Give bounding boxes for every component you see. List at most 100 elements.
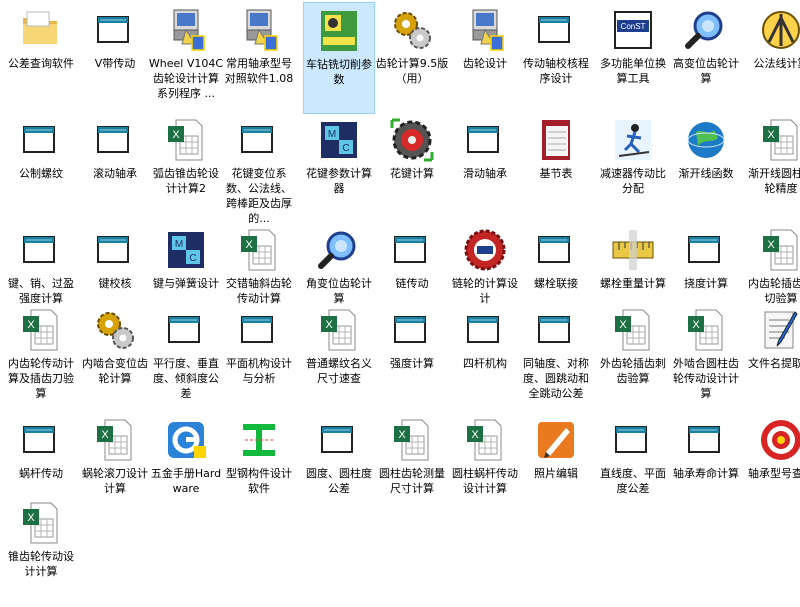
shortcut-label: 花键计算 (390, 167, 434, 180)
desktop-icon-grid: 公差查询软件 V带传动 Wheel V104C 齿轮设计计算系列程序 ... 常… (0, 0, 800, 585)
noyes-icon (315, 7, 363, 55)
magnifier-icon (315, 226, 363, 274)
shortcut-label: 同轴度、对称度、圆跳动和全跳动公差 (523, 357, 589, 400)
gears-icon (91, 306, 139, 354)
window-icon (17, 416, 65, 464)
excel-icon: X (17, 306, 65, 354)
desktop-shortcut[interactable]: 轴承型号查询 (745, 412, 800, 524)
excel-icon: X (162, 116, 210, 164)
shortcut-label: 多功能单位换算工具 (600, 57, 666, 85)
installer-icon (461, 6, 509, 54)
desktop-shortcut[interactable]: V带传动 (79, 2, 151, 114)
conset-icon: ConST (609, 6, 657, 54)
svg-text:X: X (692, 319, 700, 331)
svg-text:X: X (471, 429, 479, 441)
shortcut-label: 圆柱齿轮测量尺寸计算 (379, 467, 445, 495)
shortcut-label: 花键参数计算器 (306, 167, 372, 195)
desktop-shortcut[interactable]: 公制螺纹 (5, 112, 77, 224)
desktop-shortcut[interactable]: X 圆柱蜗杆传动设计计算 (449, 412, 521, 524)
desktop-shortcut[interactable]: 同轴度、对称度、圆跳动和全跳动公差 (520, 302, 592, 414)
shortcut-label: 公差查询软件 (8, 57, 74, 70)
installer-icon (162, 6, 210, 54)
desktop-shortcut[interactable]: 平面机构设计与分析 (223, 302, 295, 414)
desktop-shortcut[interactable]: X 圆柱齿轮测量尺寸计算 (376, 412, 448, 524)
excel-icon: X (609, 306, 657, 354)
excel-icon: X (461, 416, 509, 464)
desktop-shortcut[interactable]: 传动轴校核程序设计 (520, 2, 592, 114)
desktop-shortcut[interactable]: 常用轴承型号对照软件1.08 (223, 2, 295, 114)
desktop-shortcut[interactable]: X 外啮合圆柱齿轮传动设计计算 (670, 302, 742, 414)
desktop-shortcut[interactable]: 轴承寿命计算 (670, 412, 742, 524)
shortcut-label: 内啮合变位齿轮计算 (82, 357, 148, 385)
desktop-shortcut[interactable]: 圆度、圆柱度公差 (303, 412, 375, 524)
book-icon (532, 116, 580, 164)
shortcut-label: 五金手册Hardware (150, 467, 222, 495)
shortcut-label: 传动轴校核程序设计 (523, 57, 589, 85)
shortcut-label: 螺栓联接 (534, 277, 578, 290)
desktop-shortcut[interactable]: ConST 多功能单位换算工具 (597, 2, 669, 114)
window-icon (388, 306, 436, 354)
shortcut-label: 轴承型号查询 (748, 467, 800, 480)
desktop-shortcut[interactable]: X 渐开线圆柱齿轮精度 (745, 112, 800, 224)
desktop-shortcut[interactable]: 内啮合变位齿轮计算 (79, 302, 151, 414)
shortcut-label: 车钻铣切削参数 (306, 58, 372, 86)
shortcut-label: 外啮合圆柱齿轮传动设计计算 (673, 357, 739, 400)
desktop-shortcut[interactable]: 强度计算 (376, 302, 448, 414)
shortcut-label: 锥齿轮传动设计计算 (8, 550, 74, 578)
window-icon (682, 416, 730, 464)
svg-text:C: C (189, 253, 196, 264)
shortcut-label: V带传动 (94, 57, 136, 70)
desktop-shortcut[interactable]: 直线度、平面度公差 (597, 412, 669, 524)
compass-icon (757, 6, 800, 54)
desktop-shortcut[interactable]: 渐开线函数 (670, 112, 742, 224)
desktop-shortcut[interactable]: X 锥齿轮传动设计计算 (5, 495, 77, 607)
design-badge-icon (461, 226, 509, 274)
desktop-shortcut[interactable]: Wheel V104C 齿轮设计计算系列程序 ... (148, 2, 224, 114)
window-icon (315, 416, 363, 464)
gear-disc-icon (388, 116, 436, 164)
shortcut-label: 蜗轮滚刀设计计算 (82, 467, 148, 495)
desktop-shortcut[interactable]: M C 花键参数计算器 (303, 112, 375, 224)
desktop-shortcut[interactable]: X 弧齿锥齿轮设计计算2 (150, 112, 222, 224)
svg-text:X: X (325, 319, 333, 331)
shortcut-label: 轴承寿命计算 (673, 467, 739, 480)
desktop-shortcut[interactable]: 公法线计算 (745, 2, 800, 114)
desktop-shortcut[interactable]: X 普通螺纹名义尺寸速查 (303, 302, 375, 414)
desktop-shortcut[interactable]: 齿轮设计 (449, 2, 521, 114)
window-icon (235, 116, 283, 164)
desktop-shortcut[interactable]: 基节表 (520, 112, 592, 224)
window-icon (388, 226, 436, 274)
globe-icon (682, 116, 730, 164)
excel-icon: X (91, 416, 139, 464)
desktop-shortcut[interactable]: 齿轮计算9.5版（用） (376, 2, 448, 114)
desktop-shortcut[interactable]: 高变位齿轮计算 (670, 2, 742, 114)
skier-icon (609, 116, 657, 164)
shortcut-label: 平面机构设计与分析 (226, 357, 292, 385)
desktop-shortcut[interactable]: 型钢构件设计软件 (223, 412, 295, 524)
svg-text:M: M (175, 239, 183, 250)
desktop-shortcut[interactable]: 花键变位系数、公法线、跨棒距及齿厚的... (223, 112, 295, 225)
desktop-shortcut[interactable]: 减速器传动比分配 (597, 112, 669, 224)
desktop-shortcut[interactable]: X 蜗轮滚刀设计计算 (79, 412, 151, 524)
shortcut-label: 圆柱蜗杆传动设计计算 (452, 467, 518, 495)
desktop-shortcut[interactable]: 平行度、垂直度、倾斜度公差 (150, 302, 222, 414)
desktop-shortcut[interactable]: 四杆机构 (449, 302, 521, 414)
desktop-shortcut[interactable]: 五金手册Hardware (150, 412, 222, 524)
excel-icon: X (682, 306, 730, 354)
desktop-shortcut[interactable]: 照片编辑 (520, 412, 592, 524)
shortcut-label: Wheel V104C 齿轮设计计算系列程序 ... (148, 57, 224, 100)
desktop-shortcut[interactable]: 滑动轴承 (449, 112, 521, 224)
excel-icon: X (235, 226, 283, 274)
shortcut-label: 渐开线函数 (678, 167, 734, 180)
desktop-shortcut[interactable]: 滚动轴承 (79, 112, 151, 224)
window-icon (532, 226, 580, 274)
shortcut-label: 滑动轴承 (463, 167, 507, 180)
mc-cube-icon: M C (315, 116, 363, 164)
desktop-shortcut[interactable]: 公差查询软件 (5, 2, 77, 114)
desktop-shortcut[interactable]: 花键计算 (376, 112, 448, 224)
shortcut-label: 基节表 (539, 167, 573, 180)
desktop-shortcut[interactable]: 文件名提取器 (745, 302, 800, 414)
desktop-shortcut[interactable]: 车钻铣切削参数 (303, 2, 375, 114)
desktop-shortcut[interactable]: X 内齿轮传动计算及插齿刀验算 (5, 302, 77, 414)
desktop-shortcut[interactable]: X 外齿轮插齿刺齿验算 (597, 302, 669, 414)
